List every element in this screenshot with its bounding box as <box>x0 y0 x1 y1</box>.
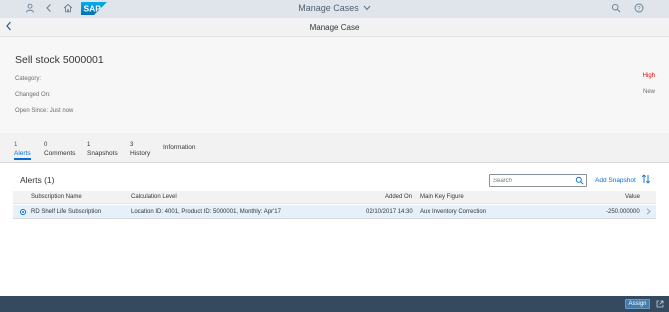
tab-label: Alerts <box>14 150 31 157</box>
add-snapshot-button[interactable]: Add Snapshot <box>595 177 636 184</box>
row-select-radio[interactable] <box>20 209 26 215</box>
tab-snapshots[interactable]: 1 Snapshots <box>87 142 118 157</box>
changed-on-label: Changed On: <box>15 92 51 98</box>
cell-key-figure: Aux Inventory Correction <box>420 209 487 215</box>
open-since-label: Open Since: Just now <box>15 108 74 114</box>
assign-button[interactable]: Assign <box>625 299 650 309</box>
cell-subscription: RD Shelf Life Subscription <box>31 209 102 215</box>
shell-bar: SAP Manage Cases ? <box>0 0 669 18</box>
object-header: Sell stock 5000001 Category: Changed On:… <box>0 37 669 133</box>
tab-label: Comments <box>44 150 76 157</box>
tab-count: 1 <box>14 142 18 148</box>
priority-status: High <box>642 73 655 79</box>
case-status: New <box>642 89 655 95</box>
cell-added-on: 02/10/2017 14:30 <box>366 209 413 215</box>
tab-history[interactable]: 3 History <box>130 142 150 157</box>
app-title[interactable]: Manage Cases <box>298 3 359 13</box>
search-field-icon[interactable] <box>575 176 584 185</box>
icon-tab-bar: 1 Alerts 0 Comments 1 Snapshots 3 Histor… <box>0 133 669 163</box>
column-header-added-on[interactable]: Added On <box>385 194 412 200</box>
footer-toolbar: Assign <box>0 296 669 312</box>
tab-count: 0 <box>44 142 48 148</box>
page-header: Manage Case <box>0 18 669 37</box>
search-input[interactable] <box>493 176 573 186</box>
tab-count: 3 <box>130 142 134 148</box>
chevron-down-icon[interactable] <box>363 4 371 13</box>
tab-label: History <box>130 150 151 157</box>
help-icon[interactable]: ? <box>633 3 645 15</box>
tab-label: Information <box>163 144 196 151</box>
alerts-table-title: Alerts (1) <box>20 175 55 185</box>
tab-alerts[interactable]: 1 Alerts <box>14 142 31 160</box>
column-header-calculation-level[interactable]: Calculation Level <box>131 194 177 200</box>
column-header-key-figure[interactable]: Main Key Figure <box>420 194 464 200</box>
table-row[interactable]: RD Shelf Life Subscription Location ID: … <box>13 205 656 219</box>
category-label: Category: <box>15 76 42 82</box>
tab-comments[interactable]: 0 Comments <box>44 142 75 157</box>
row-navigation-icon[interactable] <box>646 208 651 217</box>
search-icon[interactable] <box>610 3 622 15</box>
cell-calculation-level: Location ID: 4001, Product ID: 5000001, … <box>131 209 281 215</box>
tab-label: Snapshots <box>87 150 118 157</box>
app-title-menu[interactable]: Manage Cases <box>0 3 669 13</box>
tab-count: 1 <box>87 142 91 148</box>
case-title: Sell stock 5000001 <box>15 54 104 66</box>
column-header-value[interactable]: Value <box>625 194 640 200</box>
page-title: Manage Case <box>309 23 360 32</box>
table-header: Subscription Name Calculation Level Adde… <box>13 191 656 204</box>
tab-information[interactable]: Information <box>163 142 196 151</box>
alerts-search-field[interactable] <box>489 174 587 187</box>
share-icon[interactable] <box>656 300 664 308</box>
cell-value: -250.000000 <box>606 209 640 215</box>
sort-icon[interactable] <box>641 174 651 184</box>
column-header-subscription[interactable]: Subscription Name <box>31 194 82 200</box>
alerts-panel: Alerts (1) Add Snapshot Subscription Nam… <box>0 163 669 296</box>
